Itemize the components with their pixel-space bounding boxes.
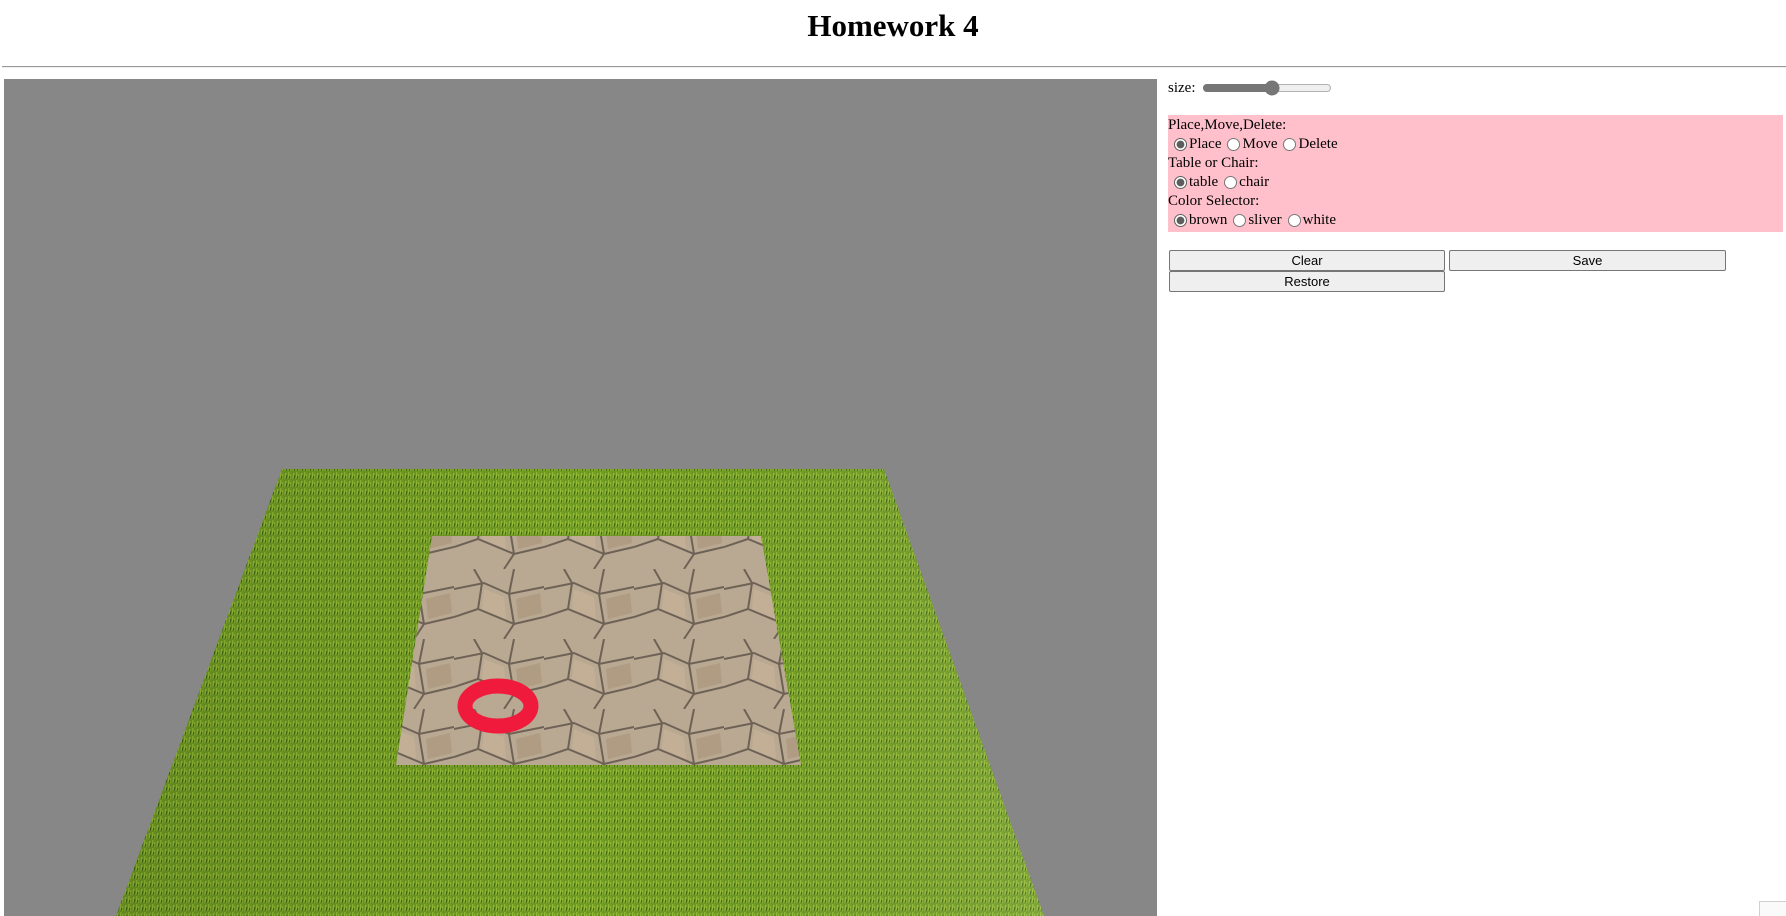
mode-label: Place,Move,Delete: [1168, 117, 1287, 133]
radio-white[interactable] [1287, 214, 1301, 227]
object-radio-group: table chair [1168, 173, 1783, 192]
color-radio-group: brown sliver white [1168, 211, 1783, 230]
radio-place[interactable] [1174, 138, 1187, 151]
radio-brown[interactable] [1174, 214, 1187, 227]
save-button[interactable]: Save [1449, 250, 1726, 271]
radio-chair[interactable] [1224, 176, 1238, 189]
radio-delete-label: Delete [1298, 136, 1338, 152]
radio-move[interactable] [1227, 138, 1241, 151]
size-slider[interactable] [1201, 80, 1332, 96]
object-label: Table or Chair: [1168, 155, 1259, 171]
radio-place-label: Place [1189, 136, 1222, 152]
controls-panel: size: Place,Move,Delete: Place Move Dele… [1168, 79, 1783, 292]
radio-table-label: table [1189, 174, 1219, 190]
button-group: Clear Save Restore [1168, 250, 1783, 292]
radio-move-label: Move [1242, 136, 1278, 152]
radio-white-label: white [1302, 212, 1336, 228]
scene-svg[interactable] [4, 79, 1157, 916]
page-title: Homework 4 [807, 8, 979, 43]
mode-radio-group: Place Move Delete [1168, 135, 1783, 154]
color-label: Color Selector: [1168, 193, 1260, 209]
webgl-canvas[interactable] [4, 79, 1157, 916]
stone-floor [396, 536, 801, 765]
radio-sliver-label: sliver [1248, 212, 1282, 228]
size-control: size: [1168, 79, 1783, 97]
radio-table[interactable] [1174, 176, 1187, 189]
options-box: Place,Move,Delete: Place Move Delete Tab… [1168, 115, 1783, 232]
radio-brown-label: brown [1189, 212, 1228, 228]
radio-sliver[interactable] [1233, 214, 1247, 227]
header-divider [2, 66, 1786, 68]
radio-delete[interactable] [1283, 138, 1297, 151]
restore-button[interactable]: Restore [1169, 271, 1445, 292]
size-label: size: [1168, 79, 1196, 96]
radio-chair-label: chair [1239, 174, 1270, 190]
resize-handle-icon [1759, 901, 1786, 916]
clear-button[interactable]: Clear [1169, 250, 1445, 271]
